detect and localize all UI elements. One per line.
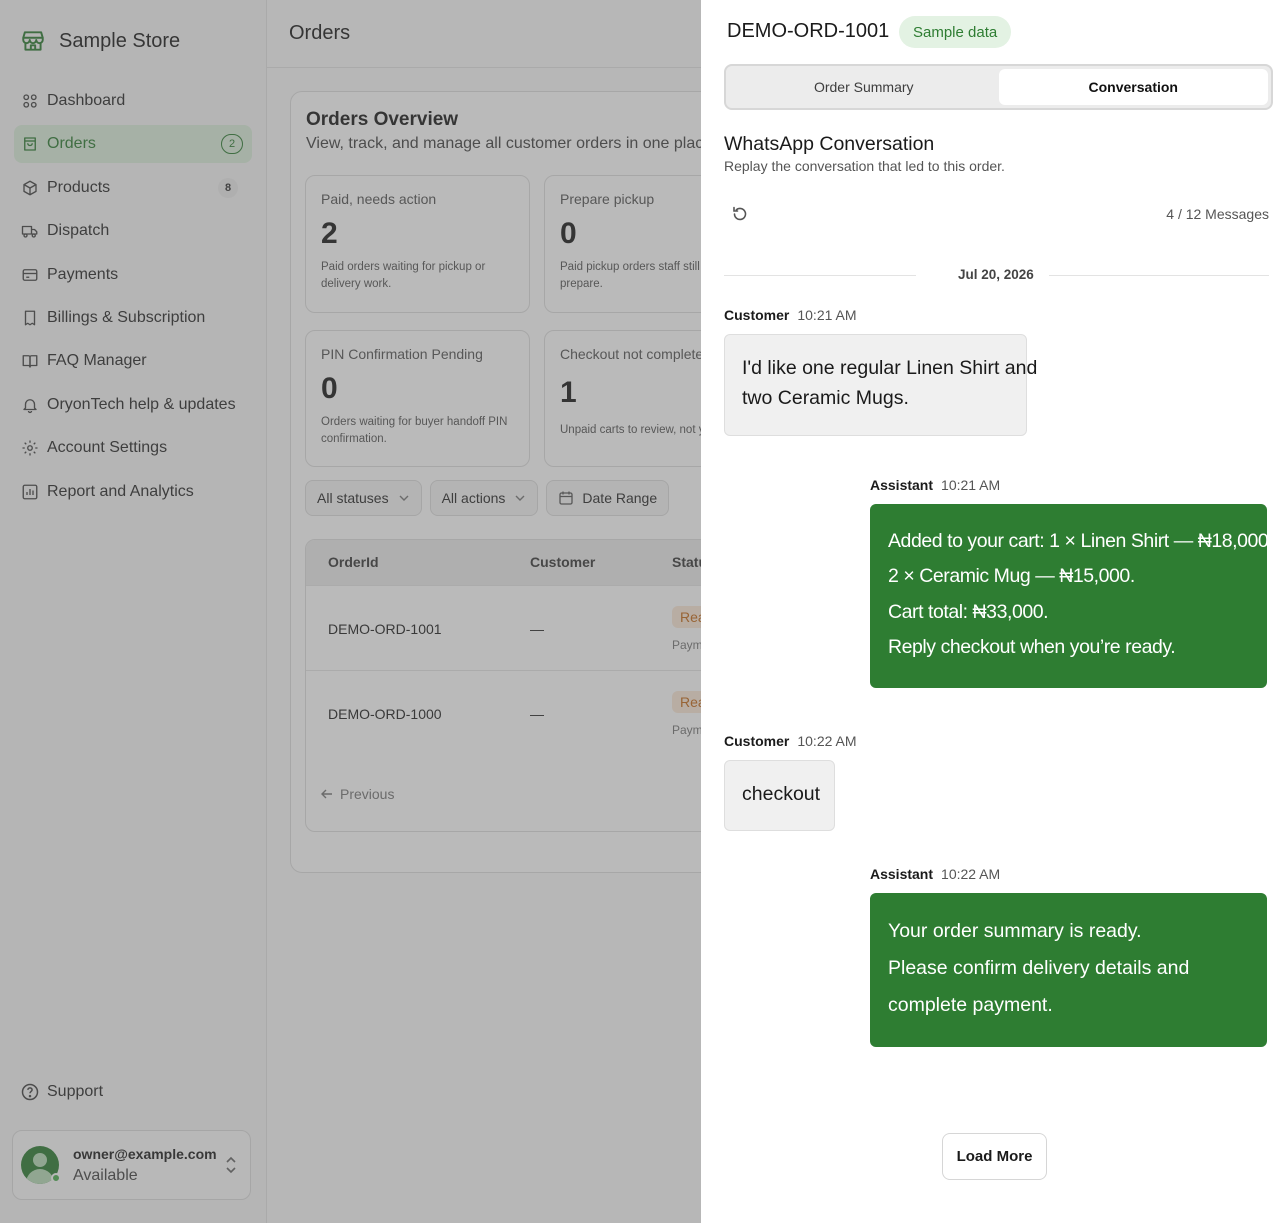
replay-icon[interactable] [731,205,749,223]
customer-message-bubble: I'd like one regular Linen Shirt and two… [724,334,1038,436]
drawer-order-id: DEMO-ORD-1001 [727,20,890,42]
message-line: Reply checkout when you’re ready. [888,635,1176,658]
message-sender: Assistant [870,477,934,493]
tab-conversation[interactable]: Conversation [998,69,1268,105]
message-line: complete payment. [888,994,1053,1016]
message-sender: Assistant [870,866,934,882]
message-line: 2 × Ceramic Mug — ₦15,000. [888,565,1135,588]
message-line: Your order summary is ready. [888,920,1142,942]
assistant-message-bubble: Your order summary is ready. Please conf… [870,893,1267,1047]
assistant-message-bubble: Added to your cart: 1 × Linen Shirt — ₦1… [870,504,1274,688]
message-line: I'd like one regular Linen Shirt and [742,357,1038,379]
tab-order-summary[interactable]: Order Summary [729,69,999,105]
message-header: Assistant 10:22 AM [870,866,1000,882]
drawer-tabs: Order Summary Conversation [724,64,1273,110]
load-more-button[interactable]: Load More [942,1133,1047,1180]
message-header: Customer 10:22 AM [724,733,857,749]
date-separator: Jul 20, 2026 [724,266,1269,286]
message-header: Assistant 10:21 AM [870,477,1000,493]
customer-message-bubble: checkout [724,760,835,831]
message-header: Customer 10:21 AM [724,307,857,323]
sample-data-badge: Sample data [899,16,1012,48]
message-line: two Ceramic Mugs. [742,387,909,409]
message-time: 10:22 AM [797,733,857,749]
message-sender: Customer [724,733,790,749]
message-line: checkout [742,783,821,805]
conversation-date: Jul 20, 2026 [958,267,1034,282]
message-time: 10:22 AM [941,866,1001,882]
message-count: 4 / 12 Messages [1166,206,1269,222]
message-line: Cart total: ₦33,000. [888,600,1049,623]
message-line: Added to your cart: 1 × Linen Shirt — ₦1… [888,530,1274,552]
message-sender: Customer [724,307,790,323]
order-detail-drawer: DEMO-ORD-1001 Sample data Order Summary … [701,0,1286,1223]
conversation-subtitle: Replay the conversation that led to this… [724,158,1005,174]
conversation-title: WhatsApp Conversation [724,133,935,155]
message-time: 10:21 AM [941,477,1001,493]
message-time: 10:21 AM [797,307,857,323]
message-line: Please confirm delivery details and [888,957,1190,979]
